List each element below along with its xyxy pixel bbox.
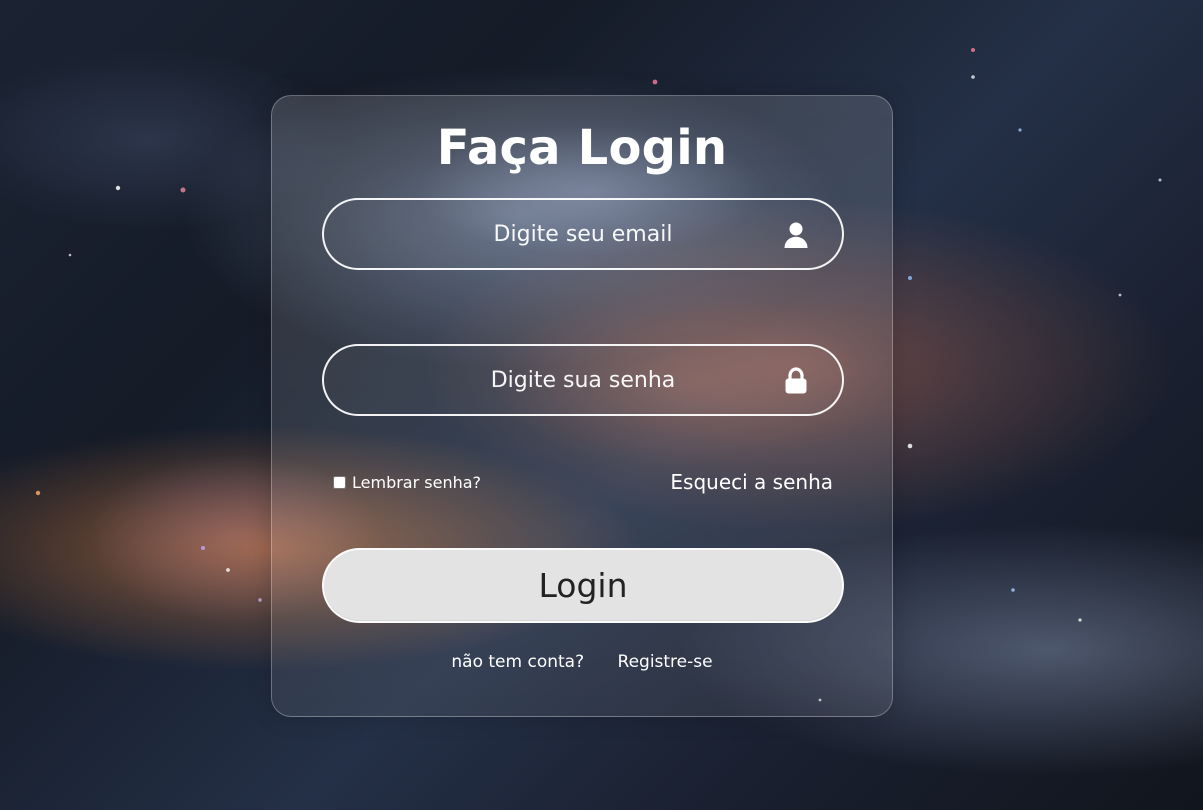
star xyxy=(201,546,205,550)
login-page: { "colors": { "background_deep": "#151b2… xyxy=(0,0,1203,810)
star xyxy=(35,490,41,496)
email-field[interactable] xyxy=(322,198,844,270)
login-card: Faça Login Lembrar senha? Esqueci a senh… xyxy=(271,95,893,717)
user-icon xyxy=(781,220,811,250)
star xyxy=(1118,293,1122,297)
star xyxy=(115,185,121,191)
remember-password-checkbox[interactable] xyxy=(333,475,346,489)
password-input[interactable] xyxy=(324,346,842,414)
remember-password-option[interactable]: Lembrar senha? xyxy=(333,472,481,492)
star xyxy=(180,187,186,193)
star xyxy=(971,48,975,52)
register-prompt: não tem conta? xyxy=(451,652,585,672)
star xyxy=(971,75,975,79)
email-input[interactable] xyxy=(324,200,842,268)
star xyxy=(68,253,72,257)
star xyxy=(652,79,658,85)
login-options-row: Lembrar senha? Esqueci a senha xyxy=(333,466,833,496)
login-button[interactable]: Login xyxy=(322,548,844,623)
star xyxy=(907,443,913,449)
star xyxy=(258,598,262,602)
forgot-password-link[interactable]: Esqueci a senha xyxy=(670,470,833,494)
star xyxy=(1078,618,1082,622)
register-link[interactable]: Registre-se xyxy=(618,652,713,672)
star xyxy=(1158,178,1162,182)
page-title: Faça Login xyxy=(436,120,728,176)
register-row: não tem conta? Registre-se xyxy=(272,652,892,672)
lock-icon xyxy=(781,366,811,396)
password-field[interactable] xyxy=(322,344,844,416)
star xyxy=(908,276,912,280)
remember-password-label: Lembrar senha? xyxy=(352,472,482,492)
star xyxy=(226,568,230,572)
star xyxy=(1018,128,1022,132)
star xyxy=(1011,588,1015,592)
